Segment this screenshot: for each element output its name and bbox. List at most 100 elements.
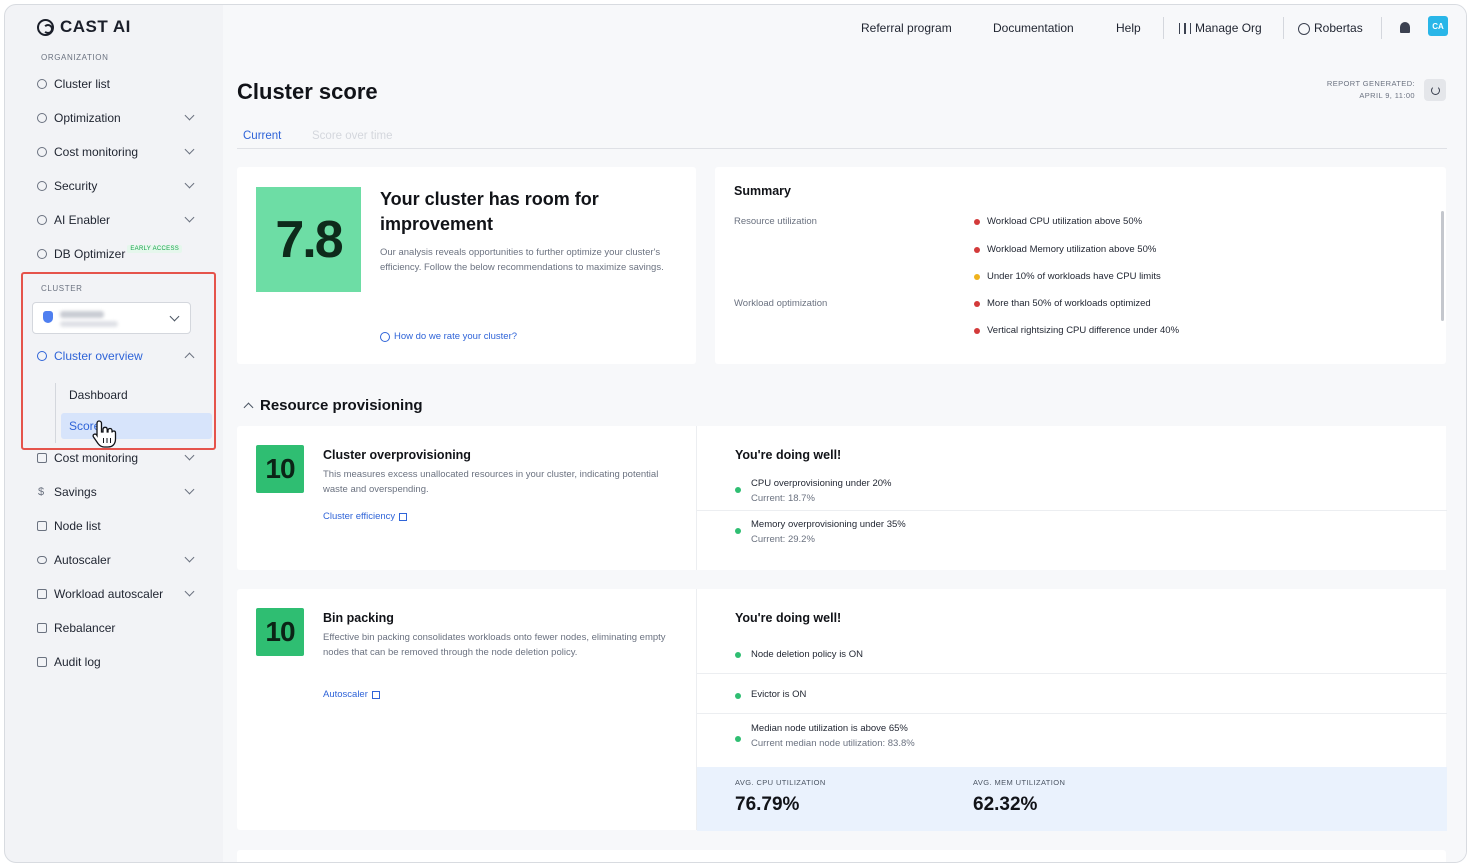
tab-current[interactable]: Current [243,130,281,142]
utilization-bar: AVG. CPU UTILIZATION 76.79% AVG. MEM UTI… [697,767,1447,831]
overprovisioning-title: Cluster overprovisioning [323,448,471,462]
autoscaler-link[interactable]: Autoscaler [323,689,380,700]
gear-icon [37,113,47,123]
avg-cpu-value: 76.79% [735,794,800,815]
sidebar-item-label: Savings [54,485,97,499]
sidebar-item-cost-monitoring-org[interactable]: Cost monitoring [33,140,203,164]
overprovisioning-status-pane: You're doing well! CPU overprovisioning … [696,426,1447,570]
check-row: CPU overprovisioning under 20% Current: … [697,470,1447,510]
info-icon [380,331,390,342]
avatar[interactable]: CA [1428,16,1448,36]
sidebar-item-db-optimizer[interactable]: DB Optimizer EARLY ACCESS [33,242,203,266]
overall-score-value: 7.8 [256,187,361,292]
overprovisioning-description: This measures excess unallocated resourc… [323,469,659,495]
gear-icon [37,147,47,157]
report-generated: REPORT GENERATED: APRIL 9, 11:00 [1295,78,1415,102]
status-dot-green [735,528,741,534]
sidebar-item-cluster-list[interactable]: Cluster list [33,72,203,96]
sidebar-item-security[interactable]: Security [33,174,203,198]
sidebar-item-autoscaler[interactable]: Autoscaler [33,548,203,572]
sidebar-item-label: Node list [54,519,101,533]
log-icon [37,657,47,667]
sidebar-item-rebalancer[interactable]: Rebalancer [33,616,203,640]
divider [1381,17,1382,39]
tab-score-over-time[interactable]: Score over time [312,130,393,142]
avg-mem-value: 62.32% [973,794,1038,815]
workload-icon [37,589,47,599]
external-link-icon [371,690,380,699]
how-we-rate-link[interactable]: How do we rate your cluster? [380,331,517,342]
check-text: Node deletion policy is ON [751,649,863,660]
report-label: REPORT GENERATED: [1326,79,1415,88]
next-card-partial [237,850,1446,862]
summary-item-text: Under 10% of workloads have CPU limits [987,271,1161,282]
status-dot-yellow [974,273,980,280]
cluster-efficiency-link[interactable]: Cluster efficiency [323,511,408,522]
bar-chart-icon [37,453,47,463]
summary-item-text: Workload Memory utilization above 50% [987,244,1157,255]
top-bar: Referral program Documentation Help Mana… [227,5,1466,51]
autoscaler-link-label: Autoscaler [323,689,368,700]
chevron-down-icon [184,144,195,155]
cast-ai-logo[interactable]: CAST AI [37,17,131,37]
sidebar-item-optimization[interactable]: Optimization [33,106,203,130]
chevron-down-icon [184,586,195,597]
status-dot-green [735,693,741,699]
sidebar-item-label: Workload autoscaler [54,587,164,601]
bin-packing-title: Bin packing [323,611,394,625]
referral-program-link[interactable]: Referral program [861,21,952,35]
sidebar-item-label: AI Enabler [54,213,111,227]
sidebar-item-node-list[interactable]: Node list [33,514,203,538]
status-dot-red [974,300,980,307]
check-row: Evictor is ON [697,673,1447,713]
documentation-link[interactable]: Documentation [993,21,1074,35]
sidebar-item-audit-log[interactable]: Audit log [33,650,203,674]
status-dot-green [735,487,741,493]
check-text: CPU overprovisioning under 20% [751,478,892,489]
check-row: Node deletion policy is ON [697,633,1447,673]
app-window: CAST AI ORGANIZATION Cluster list Optimi… [4,4,1467,863]
database-icon [37,249,47,259]
user-menu[interactable]: Robertas [1298,21,1363,35]
manage-org-button[interactable]: Manage Org [1179,21,1262,35]
chevron-down-icon [184,484,195,495]
user-icon [1298,22,1310,35]
bell-icon[interactable] [1400,22,1410,33]
check-row: Memory overprovisioning under 35% Curren… [697,510,1447,550]
scrollbar[interactable] [1441,211,1444,321]
summary-title: Summary [734,184,791,198]
highlight-annotation-box [21,272,216,450]
tab-bar: Current Score over time [237,123,1447,149]
sidebar-item-workload-autoscaler[interactable]: Workload autoscaler [33,582,203,606]
sidebar-item-label: Audit log [54,655,101,669]
summary-item-text: More than 50% of workloads optimized [987,298,1151,309]
avg-mem-label: AVG. MEM UTILIZATION [973,778,1066,787]
bin-packing-card: 10 Bin packing Effective bin packing con… [237,589,1447,831]
help-link[interactable]: Help [1116,21,1141,35]
sidebar-item-label: Security [54,179,98,193]
summary-group-label: Resource utilization [734,216,817,227]
sidebar-item-label: Cost monitoring [54,451,139,465]
sidebar-item-savings[interactable]: $ Savings [33,480,203,504]
chevron-down-icon [184,178,195,189]
gear-icon [37,215,47,225]
rebalancer-icon [37,623,47,633]
check-row: Median node utilization is above 65% Cur… [697,713,1447,767]
sidebar-item-ai-enabler[interactable]: AI Enabler [33,208,203,232]
chevron-down-icon [184,552,195,563]
sidebar-item-label: Optimization [54,111,121,125]
check-text: Evictor is ON [751,689,807,700]
circle-icon [37,79,47,89]
node-icon [37,521,47,531]
hand-cursor-icon [92,420,117,448]
check-text: Median node utilization is above 65% [751,723,908,734]
check-subtext: Current median node utilization: 83.8% [751,738,915,749]
manage-org-label: Manage Org [1195,21,1262,35]
cast-ai-logo-icon [37,18,54,36]
organization-section-label: ORGANIZATION [41,53,109,62]
chevron-down-icon [184,110,195,121]
summary-group-label: Workload optimization [734,298,828,309]
overprovisioning-card: 10 Cluster overprovisioning This measure… [237,426,1447,570]
check-subtext: Current: 18.7% [751,493,815,504]
refresh-button[interactable] [1424,79,1446,101]
